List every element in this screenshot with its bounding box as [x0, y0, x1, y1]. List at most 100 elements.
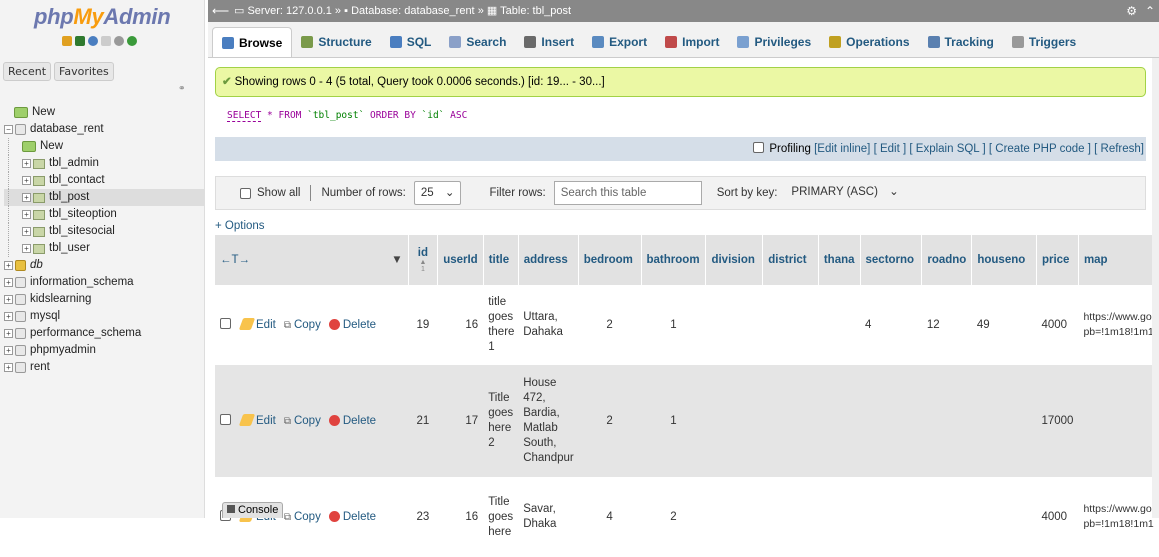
- cell-thana[interactable]: [818, 285, 861, 365]
- delete-button[interactable]: Delete: [321, 414, 376, 427]
- edit-link[interactable]: [ Edit ]: [874, 143, 907, 155]
- delete-button[interactable]: Delete: [321, 510, 376, 523]
- expand-icon[interactable]: +: [4, 261, 13, 270]
- settings-icon[interactable]: [114, 36, 124, 46]
- tree-item-rent[interactable]: + rent: [4, 359, 204, 376]
- cell-sectorno[interactable]: [860, 477, 922, 557]
- tree-item-tbl-admin[interactable]: + tbl_admin: [4, 155, 204, 172]
- cell-sectorno[interactable]: [860, 365, 922, 477]
- cell-id[interactable]: 21: [408, 365, 438, 477]
- tab-tracking[interactable]: Tracking: [919, 27, 1003, 57]
- expand-icon[interactable]: +: [4, 278, 13, 287]
- copy-button[interactable]: ⧉ Copy: [276, 319, 321, 331]
- cell-address[interactable]: Uttara, Dahaka: [518, 285, 579, 365]
- reload-icon[interactable]: [127, 36, 137, 46]
- sort-by-key-select[interactable]: PRIMARY (ASC) ⌄: [785, 181, 904, 205]
- cell-houseno[interactable]: [971, 365, 1037, 477]
- tree-item-tbl-siteoption[interactable]: + tbl_siteoption: [4, 206, 204, 223]
- column-header-roadno[interactable]: roadno: [921, 235, 973, 285]
- favorites-tab[interactable]: Favorites: [54, 62, 114, 81]
- tab-triggers[interactable]: Triggers: [1003, 27, 1085, 57]
- tree-item-tbl-post[interactable]: + tbl_post: [4, 189, 204, 206]
- column-arrows-header[interactable]: ←T→ ▼: [215, 235, 409, 285]
- edit-button[interactable]: Edit: [238, 413, 276, 427]
- phpmyadmin-logo[interactable]: phpMyAdmin: [34, 4, 171, 30]
- column-header-title[interactable]: title: [483, 235, 519, 285]
- expand-icon[interactable]: +: [4, 329, 13, 338]
- cell-district[interactable]: [762, 477, 819, 557]
- show-all-checkbox[interactable]: [240, 187, 251, 199]
- cell-price[interactable]: 17000: [1036, 365, 1079, 477]
- cell-thana[interactable]: [818, 365, 861, 477]
- docs-icon[interactable]: [101, 36, 111, 46]
- expand-icon[interactable]: +: [4, 346, 13, 355]
- cell-title[interactable]: Title goes here: [483, 477, 519, 557]
- options-link[interactable]: + Options: [215, 220, 265, 232]
- cell-sectorno[interactable]: 4: [860, 285, 922, 365]
- tree-item-db[interactable]: + db: [4, 257, 204, 274]
- tab-import[interactable]: Import: [656, 27, 728, 57]
- row-checkbox[interactable]: [220, 413, 231, 425]
- profiling-checkbox[interactable]: [753, 142, 765, 153]
- column-header-houseno[interactable]: houseno: [971, 235, 1037, 285]
- cell-division[interactable]: [705, 477, 763, 557]
- column-header-thana[interactable]: thana: [818, 235, 861, 285]
- expand-icon[interactable]: +: [22, 193, 31, 202]
- cell-map[interactable]: https://www.go pb=!1m18!1m1: [1078, 285, 1159, 365]
- expand-icon[interactable]: +: [22, 176, 31, 185]
- cell-userid[interactable]: 16: [437, 477, 484, 557]
- cell-bedroom[interactable]: 2: [578, 365, 642, 477]
- gear-icon[interactable]: ⚙: [1126, 0, 1137, 22]
- link-with-main-icon[interactable]: ⚭: [178, 84, 186, 94]
- tab-privileges[interactable]: Privileges: [728, 27, 820, 57]
- cell-address[interactable]: Savar, Dhaka: [518, 477, 579, 557]
- column-header-userid[interactable]: userId: [437, 235, 484, 285]
- recent-tab[interactable]: Recent: [3, 62, 52, 81]
- tree-item-information-schema[interactable]: + information_schema: [4, 274, 204, 291]
- tree-item-tbl-user[interactable]: + tbl_user: [4, 240, 204, 257]
- tree-item-New[interactable]: New: [4, 138, 204, 155]
- expand-icon[interactable]: +: [22, 244, 31, 253]
- tree-item-mysql[interactable]: + mysql: [4, 308, 204, 325]
- tree-item-kidslearning[interactable]: + kidslearning: [4, 291, 204, 308]
- help-icon[interactable]: [88, 36, 98, 46]
- tree-item-performance-schema[interactable]: + performance_schema: [4, 325, 204, 342]
- cell-division[interactable]: [705, 285, 763, 365]
- explain-sql-link[interactable]: [ Explain SQL ]: [909, 143, 985, 155]
- expand-icon[interactable]: +: [4, 363, 13, 372]
- cell-district[interactable]: [762, 365, 819, 477]
- column-header-map[interactable]: map: [1078, 235, 1159, 285]
- column-header-district[interactable]: district: [762, 235, 819, 285]
- expand-icon[interactable]: +: [22, 159, 31, 168]
- filter-rows-input[interactable]: Search this table: [553, 181, 702, 205]
- cell-price[interactable]: 4000: [1036, 285, 1079, 365]
- breadcrumb-database[interactable]: Database: database_rent: [351, 5, 475, 17]
- tab-search[interactable]: Search: [440, 27, 515, 57]
- cell-bathroom[interactable]: 1: [641, 365, 706, 477]
- sort-dropdown-icon[interactable]: ▼: [391, 254, 402, 266]
- home-icon[interactable]: [62, 36, 72, 46]
- column-header-division[interactable]: division: [705, 235, 764, 285]
- expand-icon[interactable]: +: [4, 295, 13, 304]
- cell-title[interactable]: Title goes here 2: [483, 365, 519, 477]
- create-php-link[interactable]: [ Create PHP code ]: [989, 143, 1091, 155]
- cell-userid[interactable]: 17: [437, 365, 484, 477]
- number-of-rows-select[interactable]: 25 ⌄: [413, 181, 462, 205]
- cell-userid[interactable]: 16: [437, 285, 484, 365]
- cell-roadno[interactable]: 12: [921, 285, 972, 365]
- cell-bedroom[interactable]: 2: [578, 285, 642, 365]
- vertical-scrollbar[interactable]: [1152, 58, 1159, 518]
- cell-roadno[interactable]: [921, 477, 972, 557]
- tree-item-New[interactable]: New: [4, 104, 204, 121]
- cell-id[interactable]: 23: [408, 477, 438, 557]
- tab-operations[interactable]: Operations: [820, 27, 918, 57]
- cell-houseno[interactable]: [971, 477, 1037, 557]
- cell-address[interactable]: House 472, Bardia, Matlab South, Chandpu…: [518, 365, 579, 477]
- cell-title[interactable]: title goes there 1: [483, 285, 519, 365]
- column-header-bedroom[interactable]: bedroom: [578, 235, 642, 285]
- tree-item-tbl-sitesocial[interactable]: + tbl_sitesocial: [4, 223, 204, 240]
- console-button[interactable]: Console: [222, 502, 284, 518]
- breadcrumb-server[interactable]: Server: 127.0.0.1: [247, 5, 331, 17]
- collapse-top-icon[interactable]: ⌃: [1145, 0, 1155, 22]
- edit-button[interactable]: Edit: [238, 317, 276, 331]
